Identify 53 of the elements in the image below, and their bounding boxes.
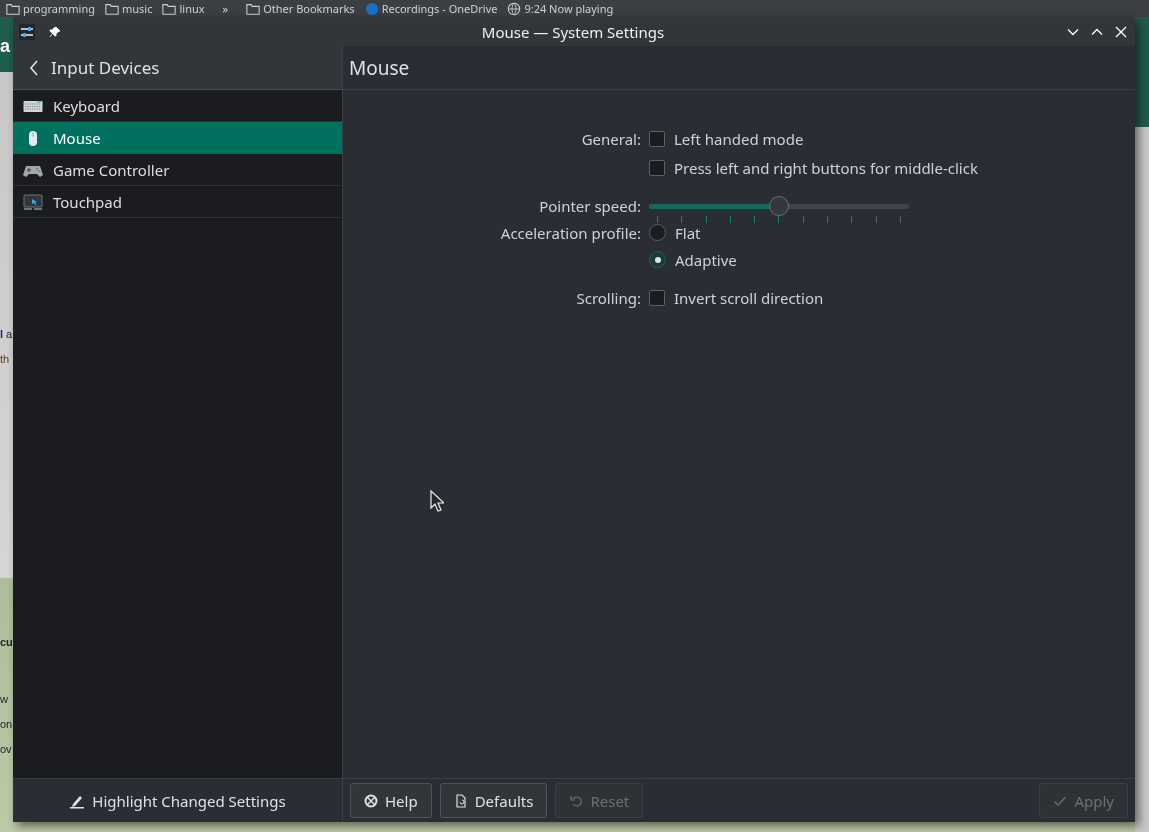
folder-icon (162, 1, 177, 16)
folder-icon (246, 1, 261, 16)
bookmark[interactable]: 9:24 Now playing (507, 1, 614, 16)
bookmark[interactable]: Other Bookmarks (246, 1, 355, 16)
bookmark[interactable]: programming (6, 1, 95, 16)
checkbox-label[interactable]: Press left and right buttons for middle-click (674, 157, 978, 178)
checkbox[interactable] (649, 159, 665, 176)
sidebar-item[interactable]: Touchpad (13, 186, 342, 218)
footer-button[interactable]: Help (350, 783, 432, 818)
bookmark[interactable]: Recordings - OneDrive (364, 1, 498, 16)
checkbox-label[interactable]: Invert scroll direction (674, 287, 824, 308)
folder-icon (6, 1, 20, 16)
page-text: on (0, 717, 13, 732)
slider-handle[interactable] (769, 196, 789, 216)
page-text: ov (0, 742, 12, 757)
radio-label[interactable]: Adaptive (675, 249, 737, 270)
sidebar-item[interactable]: Game Controller (13, 154, 342, 186)
touchpad-icon (23, 193, 43, 210)
radio-button[interactable] (649, 224, 666, 241)
page-text: th (0, 352, 10, 367)
checkbox[interactable] (649, 130, 665, 147)
window-title: Mouse — System Settings (480, 21, 666, 42)
radio-button[interactable] (649, 251, 666, 268)
sidebar-item[interactable]: Mouse (13, 122, 342, 154)
field-label: Pointer speed: (539, 195, 641, 216)
page-text: cu (0, 635, 13, 650)
page-text: w (0, 692, 8, 707)
field-label: General: (581, 128, 641, 149)
document-icon (453, 793, 468, 808)
radio-label[interactable]: Flat (675, 222, 701, 243)
checkbox-label[interactable]: Left handed mode (674, 128, 804, 149)
page-text: a (0, 35, 10, 58)
cursor-icon (430, 490, 444, 512)
settings-icon[interactable] (19, 23, 35, 40)
footer-button[interactable]: Defaults (439, 783, 548, 818)
bookmark[interactable]: » (222, 2, 229, 15)
folder-icon (105, 1, 119, 16)
page-title: Mouse (349, 54, 410, 81)
cloud-icon (364, 1, 379, 16)
undo-icon (569, 793, 584, 808)
close-icon[interactable] (1115, 25, 1127, 38)
globe-icon (507, 1, 522, 16)
section-title: Input Devices (51, 56, 160, 79)
checkbox[interactable] (649, 289, 665, 306)
field-label: Scrolling: (576, 287, 641, 308)
lifebuoy-icon (364, 793, 378, 808)
field-label: Acceleration profile: (500, 222, 641, 243)
slider-track[interactable] (649, 196, 909, 216)
bookmark[interactable]: linux (162, 1, 205, 16)
back-icon[interactable] (29, 59, 39, 76)
bookmark[interactable]: music (105, 1, 153, 16)
pin-icon[interactable] (49, 25, 61, 38)
page-text: l a (0, 327, 13, 342)
